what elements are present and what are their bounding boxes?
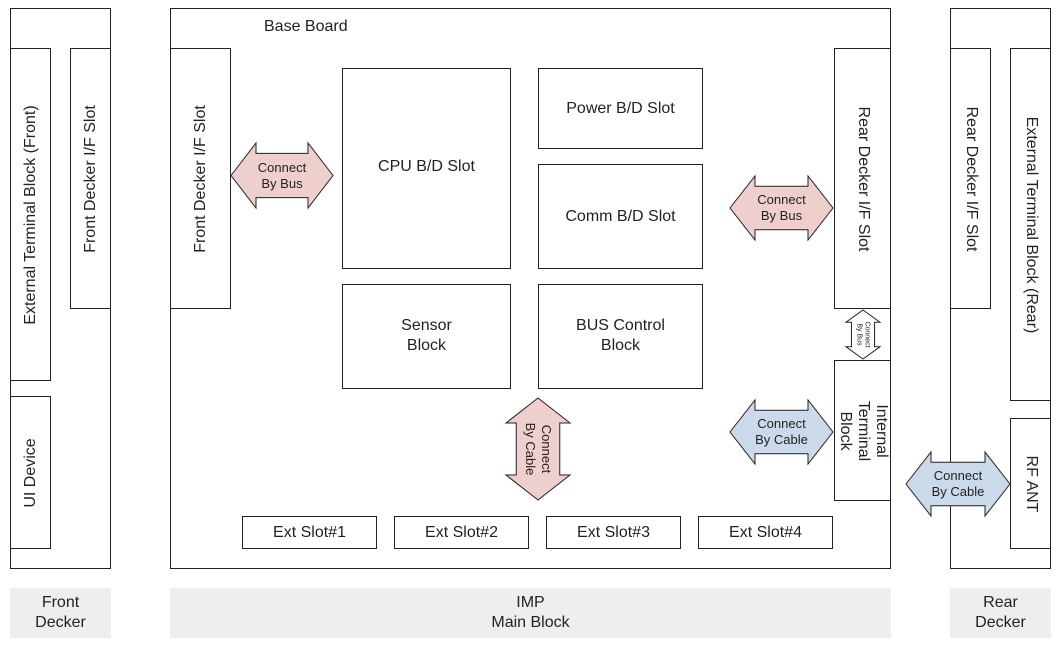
internal-cable-arrow: Connect By Cable — [729, 398, 834, 466]
rear-bus-arrow: Connect By Bus — [729, 174, 834, 242]
arrow-label: Connect By Bus — [856, 321, 871, 348]
label: Rear Decker I/F Slot — [854, 106, 872, 251]
ui-device: UI Device — [10, 396, 51, 549]
label: External Terminal Block (Rear) — [1022, 116, 1040, 333]
label: Rear Decker I/F Slot — [962, 106, 980, 251]
internal-terminal-block: Internal Terminal Block — [834, 360, 891, 501]
main-front-decker-if-slot: Front Decker I/F Slot — [170, 48, 231, 309]
ext-slot-3: Ext Slot#3 — [546, 516, 681, 549]
arrow-label: Connect By Bus — [257, 159, 307, 191]
cpu-bd-slot: CPU B/D Slot — [342, 68, 511, 269]
rear-decker-if-slot-main: Rear Decker I/F Slot — [834, 48, 891, 309]
arrow-label: Connect By Cable — [523, 422, 554, 476]
label: UI Device — [21, 437, 39, 508]
rf-ant: RF ANT — [1010, 418, 1051, 549]
rear-external-terminal-block: External Terminal Block (Rear) — [1010, 48, 1051, 401]
arrow-label: Connect By Cable — [755, 416, 808, 447]
main-block-caption: IMP Main Block — [170, 588, 891, 638]
vertical-cable-arrow: Connect By Cable — [504, 397, 572, 501]
ext-slot-2: Ext Slot#2 — [394, 516, 529, 549]
rear-decker-if-slot: Rear Decker I/F Slot — [950, 48, 991, 309]
ext-slot-1: Ext Slot#1 — [242, 516, 377, 549]
label: External Terminal Block (Front) — [21, 104, 39, 325]
sensor-block: Sensor Block — [342, 284, 511, 389]
system-block-diagram: External Terminal Block (Front) Front De… — [0, 0, 1061, 646]
ext-slot-4: Ext Slot#4 — [698, 516, 833, 549]
front-external-terminal-block: External Terminal Block (Front) — [10, 48, 51, 381]
label: Front Decker I/F Slot — [191, 104, 209, 253]
rf-cable-arrow: Connect By Cable — [905, 450, 1011, 518]
bus-control-block: BUS Control Block — [538, 284, 703, 389]
front-decker-caption: Front Decker — [10, 588, 111, 638]
label: Internal Terminal Block — [836, 400, 890, 461]
power-bd-slot: Power B/D Slot — [538, 68, 703, 149]
small-bus-arrow: Connect By Bus — [844, 309, 882, 360]
label: RF ANT — [1022, 455, 1040, 512]
arrow-label: Connect By Bus — [757, 192, 806, 223]
arrow-label: Connect By Cable — [931, 468, 985, 499]
front-bus-arrow: Connect By Bus — [230, 141, 334, 210]
base-board-title: Base Board — [264, 18, 348, 35]
label: Front Decker I/F Slot — [81, 104, 99, 253]
rear-decker-caption: Rear Decker — [950, 588, 1051, 638]
front-decker-if-slot: Front Decker I/F Slot — [70, 48, 111, 309]
comm-bd-slot: Comm B/D Slot — [538, 164, 703, 269]
